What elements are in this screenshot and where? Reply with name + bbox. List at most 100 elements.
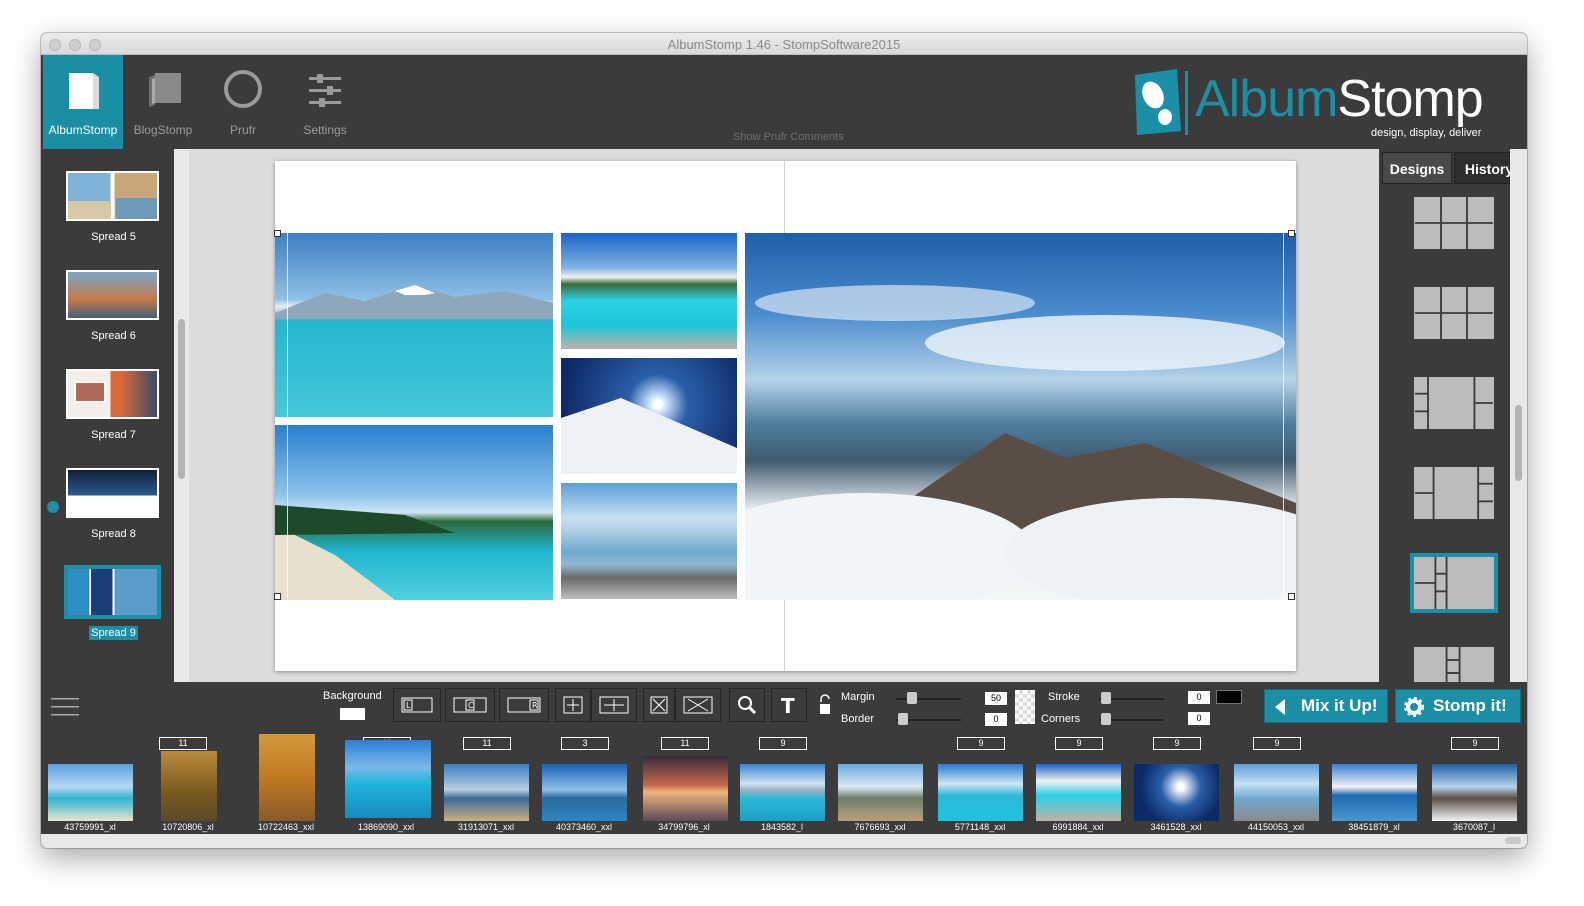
show-prufr-comments[interactable]: Show Prufr Comments bbox=[733, 131, 844, 143]
photo-clouds-mountains[interactable] bbox=[745, 233, 1296, 600]
spread-thumbnail[interactable]: Spread 5 bbox=[66, 171, 161, 243]
background-label: Background bbox=[323, 690, 382, 702]
stomp-it-label: Stomp it! bbox=[1433, 696, 1507, 715]
align-right-button[interactable]: R bbox=[499, 688, 549, 722]
resize-handle[interactable] bbox=[274, 593, 281, 600]
menu-icon[interactable] bbox=[51, 696, 79, 720]
filmstrip-item[interactable]: 9 3670087_l bbox=[1425, 734, 1523, 834]
photo-mountains bbox=[275, 285, 553, 319]
designs-scroll-thumb[interactable] bbox=[1515, 405, 1522, 481]
stomp-it-button[interactable]: Stomp it! bbox=[1395, 689, 1521, 723]
filmstrip-filename: 10720806_xl bbox=[162, 822, 214, 832]
border-label: Border bbox=[841, 713, 875, 725]
photo-lake-forest[interactable] bbox=[275, 425, 553, 600]
usage-count-badge: 11 bbox=[661, 737, 709, 750]
filmstrip-item[interactable]: 9 5771148_xxl bbox=[931, 734, 1029, 834]
photo-lake-mountains[interactable] bbox=[275, 233, 553, 417]
align-left-button[interactable]: L bbox=[393, 688, 441, 722]
margin-value[interactable]: 50 bbox=[985, 692, 1007, 705]
fill-button[interactable] bbox=[591, 688, 637, 722]
stroke-label: Stroke bbox=[1048, 691, 1080, 703]
arrow-left-icon bbox=[1275, 699, 1285, 715]
expand-button[interactable] bbox=[675, 688, 721, 722]
nav-albumstomp[interactable]: AlbumStomp bbox=[43, 55, 123, 149]
photo-beach bbox=[275, 505, 455, 600]
layout-option[interactable] bbox=[1412, 195, 1496, 251]
filmstrip-item[interactable]: 3 40373460_xxl bbox=[535, 734, 633, 834]
designs-panel: Designs History bbox=[1379, 149, 1527, 701]
spread-label: Spread 5 bbox=[91, 231, 136, 243]
align-center-icon: C bbox=[453, 697, 487, 713]
filmstrip-thumbnail bbox=[740, 764, 825, 821]
mix-it-up-button[interactable]: Mix it Up! bbox=[1264, 689, 1388, 723]
zoom-button[interactable] bbox=[729, 688, 765, 722]
text-icon: T bbox=[781, 694, 795, 718]
filmstrip-item[interactable]: 11 31913071_xxl bbox=[437, 734, 535, 834]
spread-thumbnail-selected[interactable]: Spread 9 bbox=[66, 567, 161, 640]
filmstrip-item[interactable]: 9 3461528_xxl bbox=[1127, 734, 1225, 834]
photo-lake-reflection[interactable] bbox=[561, 483, 737, 599]
fit-button[interactable] bbox=[555, 688, 591, 722]
filmstrip-item[interactable]: 9 6991884_xxl bbox=[1029, 734, 1127, 834]
layout-option[interactable] bbox=[1412, 465, 1496, 521]
corners-slider-knob[interactable] bbox=[1101, 713, 1111, 725]
background-color-swatch[interactable] bbox=[340, 708, 365, 720]
layout-option[interactable] bbox=[1412, 375, 1496, 431]
align-center-button[interactable]: C bbox=[445, 688, 495, 722]
stroke-value[interactable]: 0 bbox=[1188, 691, 1210, 704]
photo-turquoise-shore[interactable] bbox=[561, 233, 737, 349]
filmstrip-thumbnail bbox=[161, 751, 217, 821]
svg-text:L: L bbox=[406, 701, 411, 710]
album-spread[interactable] bbox=[274, 161, 1296, 671]
filmstrip-scrollbar[interactable] bbox=[41, 834, 1527, 848]
filmstrip-item[interactable]: 11 34799796_xl bbox=[635, 734, 733, 834]
filmstrip-item[interactable]: 7676693_xxl bbox=[831, 734, 929, 834]
filmstrip-item[interactable]: 11 13869090_xxl bbox=[337, 734, 435, 834]
usage-count-badge: 9 bbox=[957, 737, 1005, 750]
sidebar-scroll-thumb[interactable] bbox=[178, 319, 185, 479]
filmstrip-filename: 10722463_xxl bbox=[257, 822, 315, 832]
spread-thumbnail[interactable]: Spread 8 bbox=[66, 468, 161, 540]
nav-prufr[interactable]: Prufr bbox=[203, 55, 283, 149]
spread-thumbnail[interactable]: Spread 7 bbox=[66, 369, 161, 441]
filmstrip-thumbnail bbox=[1432, 764, 1517, 821]
svg-text:R: R bbox=[532, 701, 538, 710]
filmstrip-item[interactable]: 9 44150053_xxl bbox=[1227, 734, 1325, 834]
nav-blogstomp[interactable]: BlogStomp bbox=[123, 55, 203, 149]
comment-marker-icon[interactable] bbox=[47, 501, 59, 513]
filmstrip-filename: 3461528_xxl bbox=[1150, 822, 1202, 832]
tab-designs[interactable]: Designs bbox=[1382, 152, 1452, 184]
spread-thumbnail[interactable]: Spread 6 bbox=[66, 270, 161, 342]
text-button[interactable]: T bbox=[771, 688, 807, 722]
margin-slider[interactable] bbox=[896, 698, 961, 700]
resize-handle[interactable] bbox=[1288, 593, 1295, 600]
filmstrip-item[interactable]: 11 10720806_xl bbox=[139, 734, 237, 834]
photo-snow-sun[interactable] bbox=[561, 358, 737, 474]
corners-value[interactable]: 0 bbox=[1188, 712, 1210, 725]
layout-option[interactable] bbox=[1412, 285, 1496, 341]
resize-handle[interactable] bbox=[274, 230, 281, 237]
spread-label: Spread 6 bbox=[91, 330, 136, 342]
spread-label-text: Spread 9 bbox=[89, 626, 138, 640]
filmstrip-thumbnail bbox=[643, 756, 728, 821]
filmstrip-item[interactable]: 10722463_xxl bbox=[237, 734, 335, 834]
shrink-button[interactable] bbox=[643, 688, 675, 722]
filmstrip-item[interactable]: 43759991_xl bbox=[41, 734, 139, 834]
album-icon bbox=[69, 73, 99, 109]
margin-slider-knob[interactable] bbox=[907, 692, 917, 704]
spread-sidebar: Spread 5 Spread 6 Spread 7 Spread 8 Spre… bbox=[41, 149, 189, 795]
border-value[interactable]: 0 bbox=[985, 713, 1007, 726]
layout-option-selected[interactable] bbox=[1410, 553, 1498, 613]
lock-icon[interactable] bbox=[818, 694, 832, 718]
filmstrip-item[interactable]: 38451879_xl bbox=[1325, 734, 1423, 834]
stroke-slider-knob[interactable] bbox=[1101, 692, 1111, 704]
brand-name-album: Album bbox=[1195, 70, 1338, 128]
border-slider-knob[interactable] bbox=[898, 713, 908, 725]
filmstrip-thumbnail bbox=[345, 740, 431, 818]
filmstrip-item[interactable]: 9 1843582_l bbox=[733, 734, 831, 834]
transparency-swatch[interactable] bbox=[1015, 690, 1035, 724]
stroke-color-swatch[interactable] bbox=[1216, 690, 1242, 704]
filmstrip-scroll-thumb[interactable] bbox=[1505, 837, 1521, 844]
nav-settings[interactable]: Settings bbox=[285, 55, 365, 149]
resize-handle[interactable] bbox=[1288, 230, 1295, 237]
